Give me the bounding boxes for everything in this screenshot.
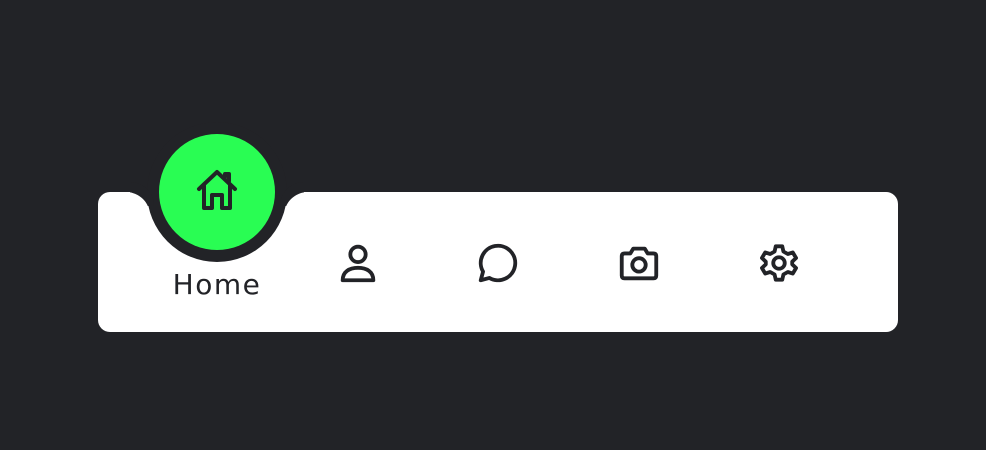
bottom-navigation-bar: Home bbox=[98, 122, 898, 332]
camera-icon bbox=[615, 239, 663, 287]
chat-bubble-icon bbox=[474, 239, 522, 287]
nav-item-photos[interactable] bbox=[569, 192, 709, 332]
nav-item-home[interactable]: Home bbox=[147, 192, 287, 332]
nav-item-home-label: Home bbox=[172, 268, 262, 301]
person-icon bbox=[334, 239, 382, 287]
gear-icon bbox=[755, 239, 803, 287]
nav-item-profile[interactable] bbox=[288, 192, 428, 332]
nav-item-settings[interactable] bbox=[709, 192, 849, 332]
nav-item-messages[interactable] bbox=[428, 192, 568, 332]
